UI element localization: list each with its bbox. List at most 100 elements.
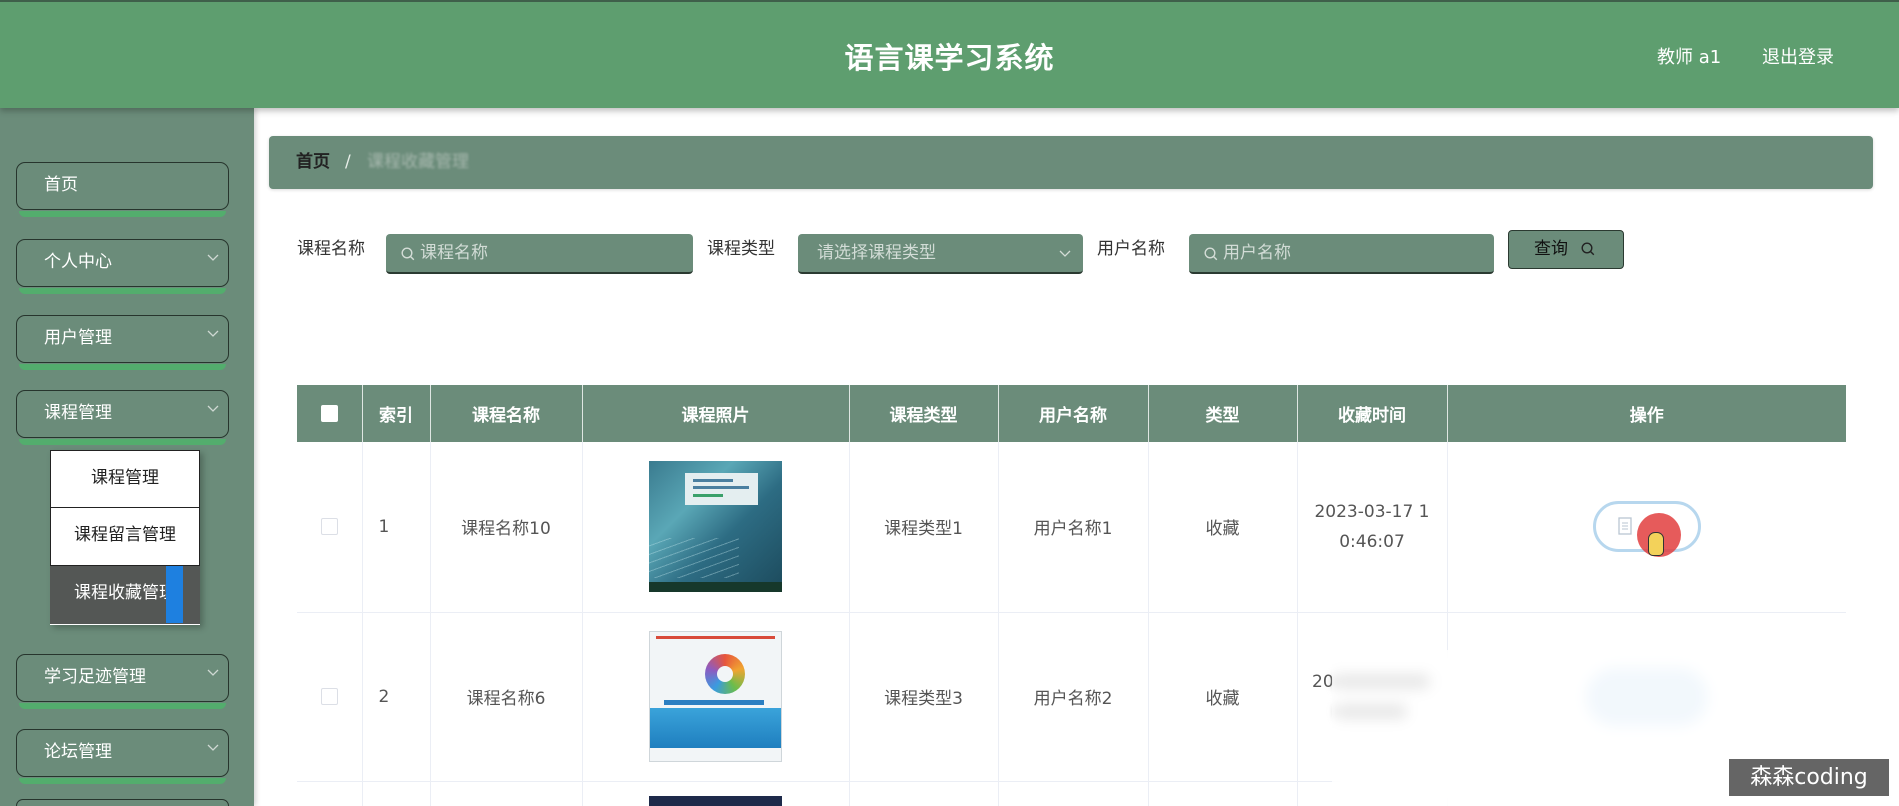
active-indicator xyxy=(166,566,183,623)
sidebar-item-user-management[interactable]: 用户管理 xyxy=(16,315,229,370)
cell-course-name xyxy=(430,781,583,806)
search-icon xyxy=(1581,242,1595,256)
cell-index: 2 xyxy=(362,612,431,782)
cell-time: 2023-03-17 10:46:07 xyxy=(1297,442,1448,613)
logout-link[interactable]: 退出登录 xyxy=(1762,47,1834,69)
search-icon xyxy=(1204,247,1218,261)
course-type-label: 课程类型 xyxy=(707,239,775,259)
cell-course-photo xyxy=(582,612,850,782)
book-cover-title xyxy=(664,700,764,705)
submenu-item-label: 课程管理 xyxy=(91,468,159,488)
sidebar-item-course-management[interactable]: 课程管理 xyxy=(16,390,229,445)
cell-index: 1 xyxy=(362,442,431,613)
current-user: 教师 a1 xyxy=(1657,47,1722,68)
course-name-field xyxy=(386,234,693,274)
table-row: 1 课程名称10 课程类型1 用户名称1 收藏 2023-03-17 10:46… xyxy=(297,442,1846,613)
cell-index xyxy=(362,781,431,806)
course-submenu: 课程管理 课程留言管理 课程收藏管理 xyxy=(50,450,200,625)
query-button-label: 查询 xyxy=(1534,239,1568,259)
chevron-down-icon xyxy=(207,744,219,751)
course-photo xyxy=(649,795,782,806)
book-cover-band xyxy=(650,708,781,748)
course-type-select[interactable]: 请选择课程类型 xyxy=(798,234,1083,274)
top-header: 语言课学习系统 教师 a1 退出登录 xyxy=(0,0,1899,108)
cell-course-type: 课程类型3 xyxy=(849,612,999,782)
favorite-time: 20 xyxy=(1312,671,1334,692)
book-cover-lines xyxy=(649,538,739,579)
sidebar-item-home[interactable]: 首页 xyxy=(16,162,229,217)
row-checkbox[interactable] xyxy=(320,518,338,536)
cell-course-photo xyxy=(582,781,850,806)
app-title: 语言课学习系统 xyxy=(844,41,1055,75)
sidebar-item-label: 用户管理 xyxy=(44,328,112,348)
chevron-down-icon xyxy=(207,405,219,412)
cell-type: 收藏 xyxy=(1148,442,1298,613)
sidebar-item-label: 课程管理 xyxy=(44,403,112,423)
user-name-label: 用户名称 xyxy=(1097,239,1165,259)
sidebar: 首页 个人中心 用户管理 课程管理 课程管理 课程留言管理 课程收藏管理 学习足… xyxy=(0,108,254,806)
column-header-index: 索引 xyxy=(362,385,431,442)
column-header-course-photo: 课程照片 xyxy=(582,385,850,442)
submenu-item-label: 课程收藏管理 xyxy=(74,583,176,603)
watermark: 森森coding xyxy=(1729,759,1889,796)
book-cover-edge xyxy=(649,582,782,593)
select-all-checkbox[interactable] xyxy=(320,405,338,422)
breadcrumb-home[interactable]: 首页 xyxy=(296,136,330,189)
submenu-item-course-favorites[interactable]: 课程收藏管理 xyxy=(50,566,200,624)
cell-type xyxy=(1148,781,1298,806)
course-name-label: 课程名称 xyxy=(297,239,365,259)
table-header-row: 索引 课程名称 课程照片 课程类型 用户名称 类型 收藏时间 操作 xyxy=(297,385,1846,442)
column-header-course-name: 课程名称 xyxy=(430,385,583,442)
cell-course-type: 课程类型1 xyxy=(849,442,999,613)
app-root: 语言课学习系统 教师 a1 退出登录 首页 个人中心 用户管理 课程管理 课程管… xyxy=(0,0,1899,806)
chevron-down-icon xyxy=(207,254,219,261)
cell-course-type xyxy=(849,781,999,806)
submenu-item-course-management[interactable]: 课程管理 xyxy=(50,450,200,508)
breadcrumb-separator: / xyxy=(345,152,351,172)
column-header-type: 类型 xyxy=(1148,385,1298,442)
breadcrumb: 首页 / 课程收藏管理 xyxy=(269,136,1873,189)
row-select-cell xyxy=(297,442,363,613)
chevron-down-icon xyxy=(207,330,219,337)
sidebar-item-study-footprint[interactable]: 学习足迹管理 xyxy=(16,654,229,709)
cell-user-name xyxy=(998,781,1149,806)
header-select-all xyxy=(297,385,363,442)
column-header-user-name: 用户名称 xyxy=(998,385,1149,442)
hand-cursor-icon xyxy=(1648,532,1664,556)
column-header-time: 收藏时间 xyxy=(1297,385,1448,442)
column-header-actions: 操作 xyxy=(1447,385,1846,442)
query-button[interactable]: 查询 xyxy=(1508,230,1624,269)
breadcrumb-current: 课程收藏管理 xyxy=(367,152,469,172)
sidebar-item-label: 个人中心 xyxy=(44,252,112,272)
cell-user-name: 用户名称1 xyxy=(998,442,1149,613)
submenu-item-course-comments[interactable]: 课程留言管理 xyxy=(50,508,200,566)
sidebar-item-label: 首页 xyxy=(44,175,78,195)
column-header-course-type: 课程类型 xyxy=(849,385,999,442)
course-type-placeholder: 请选择课程类型 xyxy=(817,243,936,263)
cell-course-name: 课程名称10 xyxy=(430,442,583,613)
chevron-down-icon xyxy=(207,669,219,676)
user-name-input[interactable] xyxy=(1223,234,1488,272)
sidebar-item-label: 学习足迹管理 xyxy=(44,667,146,687)
book-cover-graphic xyxy=(705,654,745,694)
document-icon xyxy=(1617,517,1632,535)
chevron-down-icon xyxy=(1059,250,1071,257)
course-name-input[interactable] xyxy=(420,234,687,272)
search-icon xyxy=(401,247,415,261)
sidebar-item-partial[interactable] xyxy=(16,799,229,806)
book-cover-strip xyxy=(656,636,775,639)
cell-type: 收藏 xyxy=(1148,612,1298,782)
cell-course-name: 课程名称6 xyxy=(430,612,583,782)
favorite-time: 2023-03-17 10:46:07 xyxy=(1314,501,1430,552)
sidebar-item-forum-management[interactable]: 论坛管理 xyxy=(16,729,229,784)
row-checkbox[interactable] xyxy=(320,688,338,705)
cell-user-name: 用户名称2 xyxy=(998,612,1149,782)
cell-course-photo xyxy=(582,442,850,613)
row-select-cell xyxy=(297,612,363,782)
user-name-field xyxy=(1189,234,1494,274)
book-cover-label xyxy=(685,473,758,506)
course-photo xyxy=(649,461,782,593)
sidebar-item-personal-center[interactable]: 个人中心 xyxy=(16,239,229,294)
row-select-cell xyxy=(297,781,363,806)
course-photo xyxy=(649,631,782,762)
